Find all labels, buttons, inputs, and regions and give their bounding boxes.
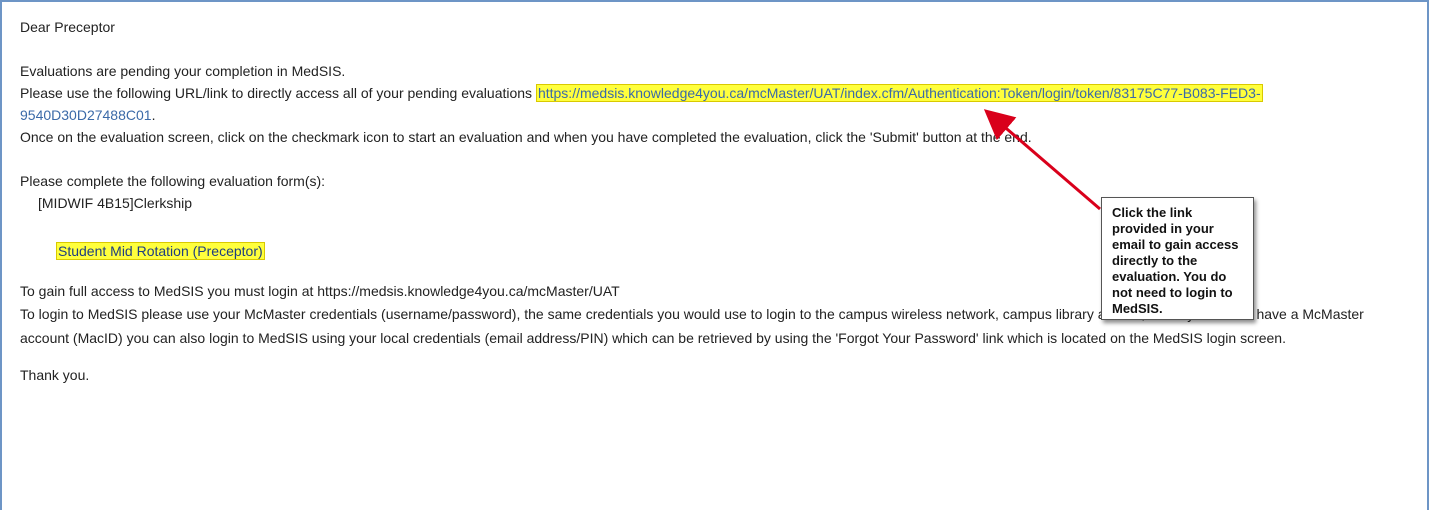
greeting: Dear Preceptor — [20, 19, 115, 35]
callout-box: Click the link provided in your email to… — [1101, 197, 1254, 320]
forms-intro: Please complete the following evaluation… — [20, 173, 326, 189]
url-end: . — [151, 107, 156, 123]
instructions: Once on the evaluation screen, click on … — [20, 129, 1032, 145]
url-intro: Please use the following URL/link to dir… — [20, 85, 536, 101]
thanks: Thank you. — [20, 367, 90, 383]
pending-notice: Evaluations are pending your completion … — [20, 63, 346, 79]
evaluation-link-part1[interactable]: https://medsis.knowledge4you.ca/mcMaster… — [535, 84, 1263, 102]
evaluation-link-part2[interactable]: 9540D30D27488C01 — [20, 107, 152, 123]
url-paragraph-cont: 9540D30D27488C01. — [20, 104, 1415, 126]
url-paragraph: Please use the following URL/link to dir… — [20, 82, 1415, 104]
student-mid-rotation-link[interactable]: Student Mid Rotation (Preceptor) — [56, 242, 265, 260]
